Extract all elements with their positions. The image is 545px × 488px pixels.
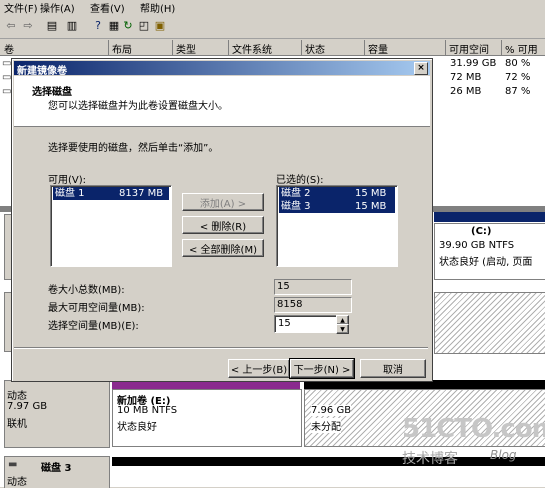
spin-down-icon[interactable]: ▼ — [336, 324, 349, 334]
disk-3-type: 动态 — [7, 477, 27, 488]
col-type[interactable]: 类型 — [176, 41, 196, 56]
back-button[interactable]: < 上一步(B) — [228, 359, 290, 378]
list-item[interactable]: 磁盘 2 15 MB — [279, 187, 395, 200]
menu-help[interactable]: 帮助(H) — [140, 0, 175, 15]
disk-c-status: 状态良好 (启动, 页面 — [439, 257, 533, 268]
max-space-value: 8158 — [274, 297, 352, 313]
dialog-title: 新建镜像卷 — [17, 66, 67, 77]
dialog-header-panel: 选择磁盘 您可以选择磁盘并为此卷设置磁盘大小。 — [14, 76, 430, 127]
disk-2-size: 7.97 GB — [7, 401, 48, 412]
disk-c-size: 39.90 GB NTFS — [439, 240, 515, 251]
disk-1-unallocated[interactable] — [434, 292, 545, 354]
disk-icon: ▬ — [8, 459, 18, 470]
toolbar: ⇦ ⇨ ▤ ▥ ? ▦ ↻ ◰ ▣ — [0, 14, 545, 39]
disk-2-unalloc-size: 7.96 GB — [311, 405, 352, 416]
selected-disks-list[interactable]: 磁盘 2 15 MB 磁盘 3 15 MB — [276, 185, 398, 267]
disk-2-unalloc-status: 未分配 — [311, 418, 341, 433]
available-label: 可用(V): — [48, 175, 87, 186]
disk-3-header[interactable]: ▬ 磁盘 3 动态 — [4, 456, 110, 488]
disk-c-bar — [434, 212, 545, 222]
col-capacity[interactable]: 容量 — [368, 41, 388, 56]
pct-free-cell: 80 % — [505, 58, 531, 69]
remove-all-button[interactable]: < 全部删除(M) — [182, 239, 264, 257]
total-size-label: 卷大小总数(MB): — [48, 285, 125, 296]
forward-arrow-icon[interactable]: ⇨ — [20, 17, 36, 33]
menu-view[interactable]: 查看(V) — [90, 0, 125, 15]
instruction-text: 选择要使用的磁盘，然后单击“添加”。 — [48, 143, 219, 154]
alloc-space-label: 选择空间量(MB)(E): — [48, 321, 139, 332]
add-button[interactable]: 添加(A) > — [182, 193, 264, 211]
alloc-space-input[interactable]: 15 — [274, 315, 337, 333]
settings-icon[interactable]: ▣ — [152, 17, 168, 33]
disk-2-type: 动态 — [7, 391, 27, 402]
max-space-label: 最大可用空间量(MB): — [48, 303, 145, 314]
watermark-blog: Blog — [490, 448, 517, 462]
remove-button[interactable]: < 删除(R) — [182, 216, 264, 234]
pct-free-cell: 87 % — [505, 86, 531, 97]
col-volume[interactable]: 卷 — [4, 41, 14, 56]
header-title: 选择磁盘 — [32, 87, 72, 98]
close-button[interactable]: × — [414, 62, 428, 75]
disk-2-vol-size: 10 MB NTFS — [117, 405, 178, 416]
total-size-value: 15 — [274, 279, 352, 295]
disk-2-header[interactable]: 动态 7.97 GB 联机 — [4, 380, 110, 448]
disk-2-vol-status: 状态良好 — [117, 422, 157, 433]
rescan-icon[interactable]: ◰ — [136, 17, 152, 33]
selected-label: 已选的(S): — [276, 175, 324, 186]
disk-2-state: 联机 — [7, 419, 27, 430]
disk-c-partition[interactable]: (C:) 39.90 GB NTFS 状态良好 (启动, 页面 — [434, 223, 545, 280]
pct-free-cell: 72 % — [505, 72, 531, 83]
volume-list-header: 卷 布局 类型 文件系统 状态 容量 可用空间 % 可用 — [0, 40, 545, 56]
col-pct-free[interactable]: % 可用 — [505, 41, 538, 56]
menu-bar: 文件(F) 操作(A) 查看(V) 帮助(H) — [0, 0, 545, 15]
console-tree-icon[interactable]: ▤ — [44, 17, 60, 33]
list-item[interactable]: 磁盘 1 8137 MB — [53, 187, 169, 200]
disk-3-bar — [112, 457, 545, 466]
available-disks-list[interactable]: 磁盘 1 8137 MB — [50, 185, 172, 267]
col-status[interactable]: 状态 — [305, 41, 325, 56]
disk-c-name: (C:) — [471, 226, 492, 237]
dialog-titlebar[interactable]: 新建镜像卷 × — [14, 61, 430, 77]
new-mirrored-volume-dialog: 新建镜像卷 × 选择磁盘 您可以选择磁盘并为此卷设置磁盘大小。 选择要使用的磁盘… — [11, 58, 433, 382]
free-space-cell: 31.99 GB — [450, 58, 497, 69]
alloc-space-spinner[interactable]: ▲ ▼ — [336, 315, 349, 334]
menu-action[interactable]: 操作(A) — [40, 0, 75, 15]
refresh-icon[interactable]: ↻ — [120, 17, 136, 33]
properties-icon[interactable]: ▥ — [64, 17, 80, 33]
cancel-button[interactable]: 取消 — [360, 359, 426, 378]
disk-2-volume[interactable]: 新加卷 (E:) 10 MB NTFS 状态良好 — [112, 389, 302, 447]
free-space-cell: 72 MB — [450, 72, 482, 83]
list-item[interactable]: 磁盘 3 15 MB — [279, 200, 395, 213]
watermark-sub: 技术博客 — [402, 451, 458, 467]
watermark-logo: 51CTO.com — [402, 414, 545, 444]
menu-file[interactable]: 文件(F) — [4, 0, 38, 15]
disk-3-title: 磁盘 3 — [41, 463, 72, 474]
back-arrow-icon[interactable]: ⇦ — [3, 17, 19, 33]
col-filesystem[interactable]: 文件系统 — [232, 41, 272, 56]
next-button[interactable]: 下一步(N) > — [289, 358, 355, 379]
header-subtitle: 您可以选择磁盘并为此卷设置磁盘大小。 — [48, 101, 228, 112]
col-free-space[interactable]: 可用空间 — [449, 41, 489, 56]
help-icon[interactable]: ? — [90, 17, 106, 33]
free-space-cell: 26 MB — [450, 86, 482, 97]
col-layout[interactable]: 布局 — [112, 41, 132, 56]
